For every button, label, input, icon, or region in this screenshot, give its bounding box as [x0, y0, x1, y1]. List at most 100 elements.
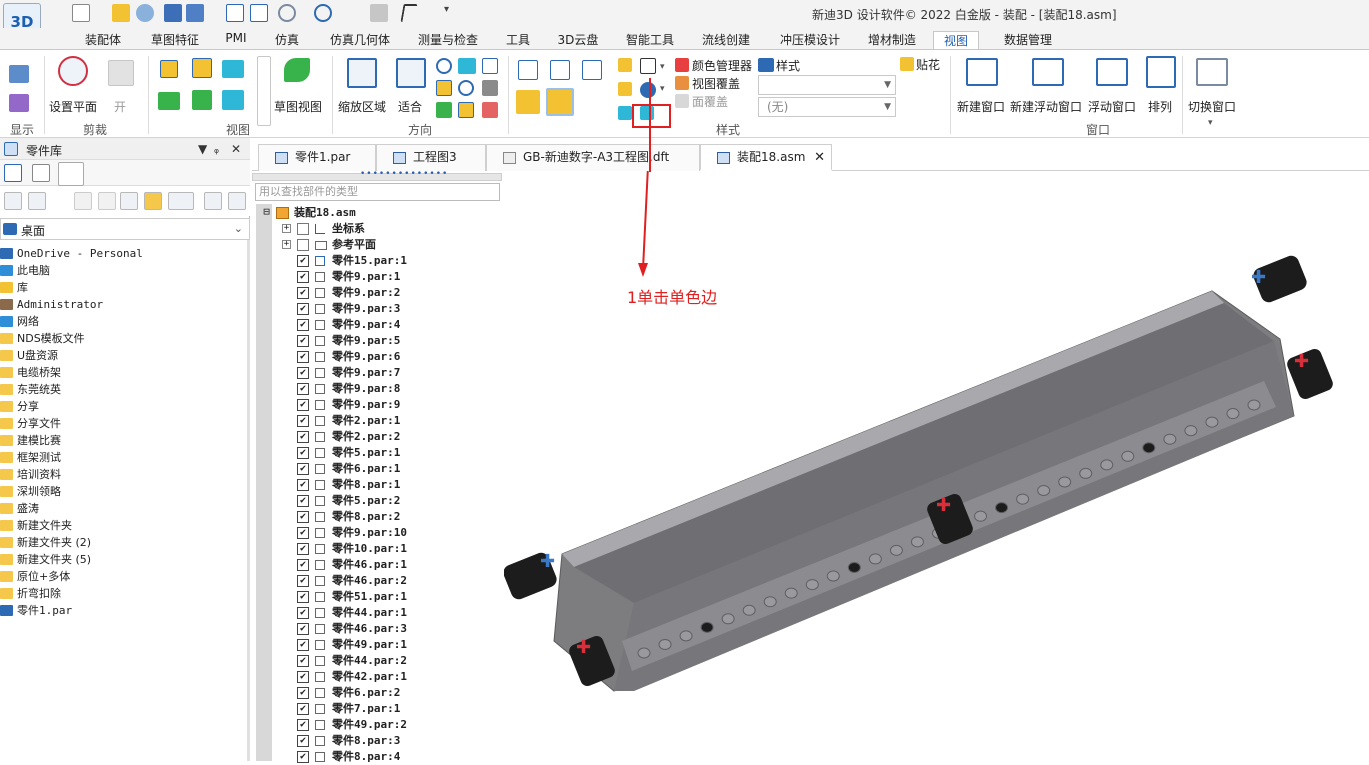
tree-node-ref-planes[interactable]: + 参考平面 — [252, 237, 502, 253]
wireframe-icon[interactable] — [518, 60, 538, 80]
view-prev-icon[interactable] — [158, 92, 180, 110]
tree-part-row[interactable]: ✔ 零件9.par:6 — [252, 349, 502, 365]
tree-root[interactable]: ⊟ 装配18.asm — [252, 205, 502, 221]
tree-part-row[interactable]: ✔ 零件46.par:3 — [252, 621, 502, 637]
tab-3d-cloud[interactable]: 3D云盘 — [550, 31, 606, 50]
library-item[interactable]: NDS模板文件 — [0, 330, 248, 347]
display-config-icon[interactable] — [9, 94, 29, 112]
zoom-icon[interactable] — [436, 58, 452, 74]
visibility-checkbox[interactable]: ✔ — [297, 559, 309, 571]
tab-additive[interactable]: 增材制造 — [860, 31, 924, 50]
tree-checkbox[interactable] — [297, 223, 309, 235]
close-icon[interactable]: ✕ — [231, 142, 241, 156]
visibility-checkbox[interactable]: ✔ — [297, 351, 309, 363]
location-select[interactable]: 桌面 ⌄ — [0, 218, 250, 240]
tree-part-row[interactable]: ✔ 零件9.par:4 — [252, 317, 502, 333]
view-scroller[interactable] — [257, 56, 271, 126]
visibility-checkbox[interactable]: ✔ — [297, 367, 309, 379]
visibility-checkbox[interactable]: ✔ — [297, 703, 309, 715]
library-item[interactable]: 此电脑 — [0, 262, 248, 279]
switch-window-dropdown-icon[interactable]: ▾ — [1208, 118, 1213, 128]
tree-part-row[interactable]: ✔ 零件6.par:1 — [252, 461, 502, 477]
tree-part-row[interactable]: ✔ 零件8.par:2 — [252, 509, 502, 525]
tree-part-row[interactable]: ✔ 零件49.par:2 — [252, 717, 502, 733]
tree-checkbox[interactable] — [297, 239, 309, 251]
float-window-icon[interactable] — [1096, 58, 1128, 86]
print-icon[interactable] — [226, 4, 244, 22]
tab-pmi[interactable]: PMI — [216, 31, 256, 50]
tree-part-row[interactable]: ✔ 零件44.par:1 — [252, 605, 502, 621]
float-window-button[interactable]: 浮动窗口 — [1088, 98, 1136, 115]
library-item[interactable]: 库 — [0, 279, 248, 296]
tree-part-row[interactable]: ✔ 零件9.par:7 — [252, 365, 502, 381]
mono-edge-dropdown-icon[interactable]: ▾ — [660, 62, 665, 72]
library-item[interactable]: 框架测试 — [0, 449, 248, 466]
transparent-icon[interactable] — [618, 106, 632, 120]
expand-icon[interactable]: + — [282, 224, 291, 233]
part-type-search-input[interactable]: 用以查找部件的类型 — [255, 183, 500, 201]
visibility-checkbox[interactable]: ✔ — [297, 399, 309, 411]
library-item[interactable]: 新建文件夹 (5) — [0, 551, 248, 568]
tree-part-row[interactable]: ✔ 零件9.par:1 — [252, 269, 502, 285]
sphere-icon[interactable] — [640, 82, 656, 98]
style-icon[interactable] — [758, 58, 774, 72]
look-at-icon[interactable] — [436, 102, 452, 118]
library-item[interactable]: 分享文件 — [0, 415, 248, 432]
clip-open-icon[interactable] — [108, 60, 134, 86]
visibility-checkbox[interactable]: ✔ — [297, 255, 309, 267]
sketch-view-button[interactable]: 草图视图 — [274, 98, 322, 115]
tree-part-row[interactable]: ✔ 零件9.par:8 — [252, 381, 502, 397]
open-button[interactable]: 开 — [114, 98, 126, 115]
tab-tools[interactable]: 工具 — [500, 31, 536, 50]
fit-icon[interactable] — [396, 58, 426, 88]
tree-part-row[interactable]: ✔ 零件2.par:1 — [252, 413, 502, 429]
forward-icon[interactable] — [98, 192, 116, 210]
visibility-checkbox[interactable]: ✔ — [297, 687, 309, 699]
tab-smart-tools[interactable]: 智能工具 — [618, 31, 682, 50]
tree-node-coordinate-systems[interactable]: + 坐标系 — [252, 221, 502, 237]
view-overlay-icon[interactable] — [675, 76, 689, 90]
tab-streamline[interactable]: 流线创建 — [694, 31, 758, 50]
tree-part-row[interactable]: ✔ 零件49.par:1 — [252, 637, 502, 653]
undo-icon[interactable] — [278, 4, 296, 22]
display-icon[interactable] — [9, 65, 29, 83]
pin-icon[interactable]: ᵩ — [214, 142, 219, 156]
view-mode-icon[interactable] — [168, 192, 194, 210]
panel-dropdown-icon[interactable]: ▼ — [198, 142, 207, 156]
visibility-checkbox[interactable]: ✔ — [297, 655, 309, 667]
visibility-checkbox[interactable]: ✔ — [297, 527, 309, 539]
library-item[interactable]: 培训资料 — [0, 466, 248, 483]
shaded-visible-edges-icon[interactable] — [546, 88, 574, 116]
tree-part-row[interactable]: ✔ 零件2.par:2 — [252, 429, 502, 445]
shaded-icon[interactable] — [516, 90, 540, 114]
tab-sketch-features[interactable]: 草图特征 — [142, 31, 208, 50]
view-split-icon[interactable] — [222, 60, 244, 78]
tree-tab-icon[interactable] — [32, 164, 50, 182]
common-views-icon[interactable] — [458, 102, 474, 118]
tab-view[interactable]: 视图 — [933, 31, 979, 50]
view-window-icon[interactable] — [482, 58, 498, 74]
tree-part-row[interactable]: ✔ 零件9.par:9 — [252, 397, 502, 413]
visibility-checkbox[interactable]: ✔ — [297, 591, 309, 603]
customize-dropdown-icon[interactable]: ▾ — [444, 4, 454, 22]
doc-tab-assembly18[interactable]: 装配18.asm ✕ — [700, 144, 832, 171]
save-as-icon[interactable] — [186, 4, 204, 22]
library-item[interactable]: 分享 — [0, 398, 248, 415]
tab-data-management[interactable]: 数据管理 — [990, 31, 1066, 50]
arrange-icon[interactable] — [1146, 56, 1176, 88]
new-window-button[interactable]: 新建窗口 — [957, 98, 1005, 115]
new-window-icon[interactable] — [966, 58, 998, 86]
color-manager-button[interactable]: 颜色管理器 — [692, 57, 752, 74]
new-float-window-button[interactable]: 新建浮动窗口 — [1010, 98, 1082, 115]
rotate-icon[interactable] — [436, 80, 452, 96]
tree-part-row[interactable]: ✔ 零件8.par:4 — [252, 749, 502, 765]
set-plane-button[interactable]: 设置平面 — [49, 98, 97, 115]
visibility-checkbox[interactable]: ✔ — [297, 511, 309, 523]
library-scrollbar[interactable] — [247, 240, 250, 761]
doc-tab-part1[interactable]: 零件1.par — [258, 144, 376, 171]
print-preview-icon[interactable] — [250, 4, 268, 22]
sketch-view-icon[interactable] — [284, 58, 310, 82]
tab-sim-geometry[interactable]: 仿真几何体 — [322, 31, 398, 50]
tree-part-row[interactable]: ✔ 零件5.par:2 — [252, 493, 502, 509]
filter-icon[interactable] — [204, 192, 222, 210]
